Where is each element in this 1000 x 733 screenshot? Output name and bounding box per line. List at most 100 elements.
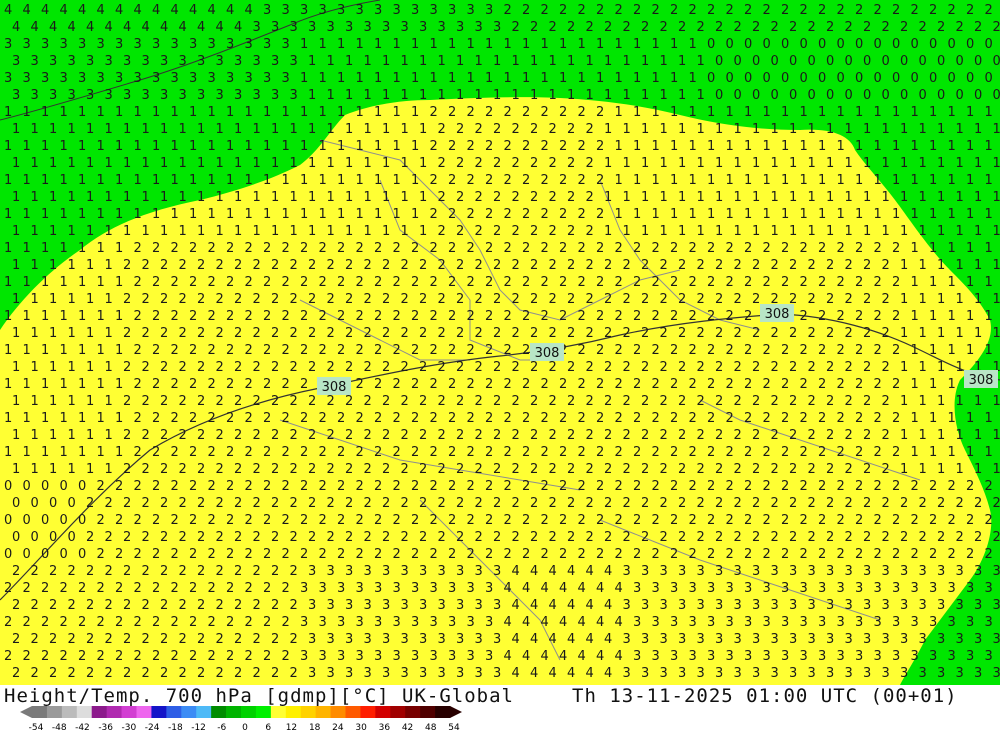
grid-value: 2 [985, 547, 993, 562]
grid-value: 3 [689, 649, 697, 664]
grid-value: 1 [744, 173, 752, 188]
grid-value: 2 [512, 428, 520, 443]
grid-value: 1 [12, 190, 20, 205]
grid-value: 1 [282, 207, 290, 222]
grid-value: 3 [652, 615, 660, 630]
grid-value: 2 [689, 3, 697, 18]
grid-value: 2 [641, 428, 649, 443]
grid-value: 1 [744, 207, 752, 222]
grid-value: 1 [393, 71, 401, 86]
grid-value: 2 [763, 275, 771, 290]
grid-value: 3 [226, 37, 234, 52]
grid-value: 2 [475, 428, 483, 443]
grid-value: 4 [197, 20, 205, 35]
grid-value: 2 [715, 496, 723, 511]
grid-value: 2 [522, 343, 530, 358]
grid-value: 2 [826, 496, 834, 511]
grid-value: 1 [208, 139, 216, 154]
grid-value: 0 [892, 71, 900, 86]
grid-value: 2 [781, 3, 789, 18]
grid-value: 2 [171, 649, 179, 664]
colorbar-cell [420, 706, 436, 718]
grid-value: 2 [504, 513, 512, 528]
grid-value: 1 [115, 411, 123, 426]
grid-value: 1 [60, 241, 68, 256]
grid-value: 1 [134, 207, 142, 222]
grid-value: 1 [974, 122, 982, 137]
grid-value: 2 [337, 275, 345, 290]
grid-value: 2 [456, 190, 464, 205]
grid-value: 2 [197, 394, 205, 409]
grid-value: 1 [86, 360, 94, 375]
grid-value: 0 [31, 530, 39, 545]
grid-value: 2 [707, 547, 715, 562]
grid-value: 2 [393, 411, 401, 426]
grid-value: 0 [837, 71, 845, 86]
grid-value: 1 [23, 139, 31, 154]
grid-value: 4 [559, 649, 567, 664]
grid-value: 3 [115, 37, 123, 52]
grid-value: 3 [956, 666, 964, 681]
grid-value: 2 [226, 377, 234, 392]
grid-value: 1 [86, 156, 94, 171]
grid-value: 1 [393, 207, 401, 222]
grid-value: 2 [327, 394, 335, 409]
grid-value: 2 [393, 547, 401, 562]
grid-value: 1 [41, 377, 49, 392]
grid-value: 2 [364, 462, 372, 477]
grid-value: 1 [60, 173, 68, 188]
grid-value: 2 [179, 326, 187, 341]
grid-value: 3 [142, 54, 150, 69]
grid-value: 2 [456, 394, 464, 409]
grid-value: 1 [160, 190, 168, 205]
grid-value: 2 [345, 462, 353, 477]
grid-value: 2 [707, 513, 715, 528]
grid-value: 1 [319, 207, 327, 222]
grid-value: 2 [586, 428, 594, 443]
grid-value: 3 [493, 666, 501, 681]
grid-value: 1 [271, 224, 279, 239]
grid-value: 1 [911, 445, 919, 460]
grid-value: 3 [345, 666, 353, 681]
grid-value: 3 [707, 615, 715, 630]
grid-value: 2 [97, 513, 105, 528]
grid-value: 2 [586, 394, 594, 409]
colorbar-cell [91, 706, 108, 718]
grid-value: 2 [356, 411, 364, 426]
grid-value: 1 [522, 71, 530, 86]
grid-value: 3 [937, 632, 945, 647]
grid-value: 2 [374, 343, 382, 358]
grid-value: 2 [393, 377, 401, 392]
grid-value: 2 [586, 496, 594, 511]
grid-value: 1 [97, 343, 105, 358]
grid-value: 2 [892, 241, 900, 256]
grid-value: 2 [142, 564, 150, 579]
grid-value: 2 [253, 258, 261, 273]
colorbar-cell [255, 706, 272, 718]
grid-value: 2 [282, 649, 290, 664]
grid-value: 2 [68, 632, 76, 647]
grid-value: 3 [456, 666, 464, 681]
grid-value: 2 [401, 360, 409, 375]
grid-value: 2 [670, 343, 678, 358]
grid-value: 1 [364, 156, 372, 171]
grid-value: 2 [660, 394, 668, 409]
grid-value: 3 [919, 632, 927, 647]
grid-value: 3 [752, 598, 760, 613]
grid-value: 2 [467, 207, 475, 222]
grid-value: 1 [97, 173, 105, 188]
grid-value: 2 [290, 496, 298, 511]
grid-value: 3 [974, 598, 982, 613]
grid-value: 2 [300, 445, 308, 460]
grid-value: 2 [290, 598, 298, 613]
grid-value: 2 [559, 207, 567, 222]
grid-value: 2 [697, 530, 705, 545]
grid-value: 1 [393, 105, 401, 120]
grid-value: 2 [752, 394, 760, 409]
grid-value: 2 [97, 581, 105, 596]
grid-value: 2 [900, 20, 908, 35]
grid-value: 0 [985, 71, 993, 86]
grid-value: 1 [604, 54, 612, 69]
grid-value: 1 [715, 156, 723, 171]
contour-label-308-b: 308 [530, 343, 564, 361]
